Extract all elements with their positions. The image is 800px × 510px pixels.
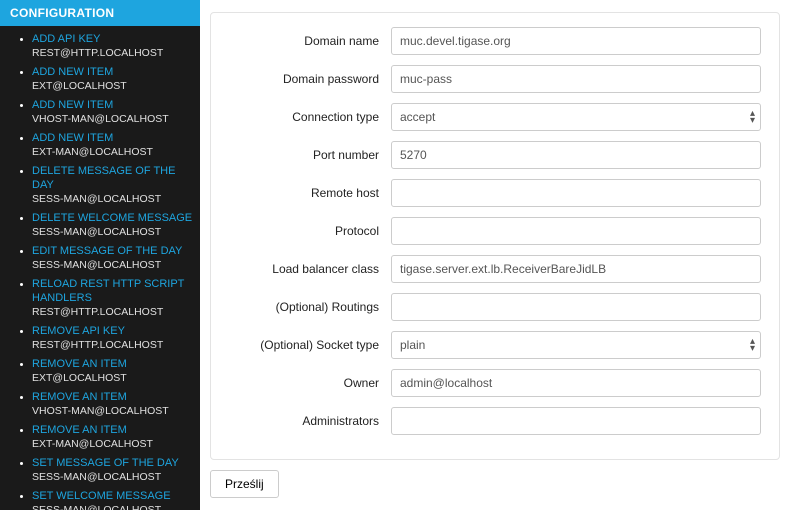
routings-input[interactable] <box>391 293 761 321</box>
sidebar-item[interactable]: ADD API KEYREST@HTTP.LOCALHOST <box>32 30 200 63</box>
submit-button[interactable]: Prześlij <box>210 470 279 498</box>
sidebar-item-sub: REST@HTTP.LOCALHOST <box>32 306 200 320</box>
main-panel: Domain name Domain password Connection t… <box>200 0 800 510</box>
sidebar-item-sub: VHOST-MAN@LOCALHOST <box>32 405 200 419</box>
sidebar-item-link[interactable]: RELOAD REST HTTP SCRIPT HANDLERS <box>32 277 200 306</box>
port-number-label: Port number <box>221 148 391 162</box>
sidebar-item[interactable]: EDIT MESSAGE OF THE DAYSESS-MAN@LOCALHOS… <box>32 242 200 275</box>
sidebar-item[interactable]: SET WELCOME MESSAGESESS-MAN@LOCALHOST <box>32 487 200 510</box>
lb-class-label: Load balancer class <box>221 262 391 276</box>
sidebar-title: CONFIGURATION <box>0 0 200 26</box>
remote-host-input[interactable] <box>391 179 761 207</box>
config-form: Domain name Domain password Connection t… <box>210 12 780 460</box>
sidebar-item[interactable]: ADD NEW ITEMEXT@LOCALHOST <box>32 63 200 96</box>
sidebar-item-link[interactable]: REMOVE AN ITEM <box>32 357 200 371</box>
sidebar-item-sub: SESS-MAN@LOCALHOST <box>32 259 200 273</box>
sidebar-item-link[interactable]: REMOVE AN ITEM <box>32 423 200 437</box>
domain-password-input[interactable] <box>391 65 761 93</box>
sidebar-item-link[interactable]: ADD NEW ITEM <box>32 131 200 145</box>
sidebar-item[interactable]: DELETE MESSAGE OF THE DAYSESS-MAN@LOCALH… <box>32 162 200 209</box>
domain-password-label: Domain password <box>221 72 391 86</box>
sidebar-item-link[interactable]: ADD API KEY <box>32 32 200 46</box>
protocol-input[interactable] <box>391 217 761 245</box>
sidebar-item-sub: SESS-MAN@LOCALHOST <box>32 226 200 240</box>
sidebar-item-sub: EXT@LOCALHOST <box>32 372 200 386</box>
protocol-label: Protocol <box>221 224 391 238</box>
sidebar-item[interactable]: SET MESSAGE OF THE DAYSESS-MAN@LOCALHOST <box>32 454 200 487</box>
sidebar-item[interactable]: ADD NEW ITEMVHOST-MAN@LOCALHOST <box>32 96 200 129</box>
sidebar-item-sub: EXT-MAN@LOCALHOST <box>32 438 200 452</box>
sidebar-item-sub: SESS-MAN@LOCALHOST <box>32 504 200 510</box>
remote-host-label: Remote host <box>221 186 391 200</box>
connection-type-select[interactable]: accept <box>391 103 761 131</box>
socket-type-select[interactable]: plain <box>391 331 761 359</box>
sidebar-list: ADD API KEYREST@HTTP.LOCALHOSTADD NEW IT… <box>0 26 200 510</box>
sidebar-item[interactable]: REMOVE AN ITEMVHOST-MAN@LOCALHOST <box>32 388 200 421</box>
sidebar-item-sub: SESS-MAN@LOCALHOST <box>32 471 200 485</box>
sidebar-item-link[interactable]: REMOVE API KEY <box>32 324 200 338</box>
sidebar-item-link[interactable]: DELETE MESSAGE OF THE DAY <box>32 164 200 193</box>
sidebar-item-link[interactable]: EDIT MESSAGE OF THE DAY <box>32 244 200 258</box>
owner-label: Owner <box>221 376 391 390</box>
sidebar-item[interactable]: REMOVE AN ITEMEXT@LOCALHOST <box>32 355 200 388</box>
sidebar-item[interactable]: ADD NEW ITEMEXT-MAN@LOCALHOST <box>32 129 200 162</box>
sidebar-item-sub: REST@HTTP.LOCALHOST <box>32 339 200 353</box>
sidebar-item-sub: EXT-MAN@LOCALHOST <box>32 146 200 160</box>
domain-name-label: Domain name <box>221 34 391 48</box>
sidebar-item-link[interactable]: SET WELCOME MESSAGE <box>32 489 200 503</box>
sidebar: CONFIGURATION ADD API KEYREST@HTTP.LOCAL… <box>0 0 200 510</box>
sidebar-item-sub: REST@HTTP.LOCALHOST <box>32 47 200 61</box>
port-number-input[interactable] <box>391 141 761 169</box>
sidebar-item[interactable]: REMOVE API KEYREST@HTTP.LOCALHOST <box>32 322 200 355</box>
socket-type-label: (Optional) Socket type <box>221 338 391 352</box>
routings-label: (Optional) Routings <box>221 300 391 314</box>
sidebar-item-link[interactable]: SET MESSAGE OF THE DAY <box>32 456 200 470</box>
sidebar-item-sub: VHOST-MAN@LOCALHOST <box>32 113 200 127</box>
owner-input[interactable] <box>391 369 761 397</box>
connection-type-label: Connection type <box>221 110 391 124</box>
sidebar-item-sub: SESS-MAN@LOCALHOST <box>32 193 200 207</box>
sidebar-item[interactable]: REMOVE AN ITEMEXT-MAN@LOCALHOST <box>32 421 200 454</box>
sidebar-item-link[interactable]: REMOVE AN ITEM <box>32 390 200 404</box>
domain-name-input[interactable] <box>391 27 761 55</box>
sidebar-item-sub: EXT@LOCALHOST <box>32 80 200 94</box>
sidebar-item[interactable]: RELOAD REST HTTP SCRIPT HANDLERSREST@HTT… <box>32 275 200 322</box>
sidebar-item-link[interactable]: ADD NEW ITEM <box>32 98 200 112</box>
sidebar-item-link[interactable]: DELETE WELCOME MESSAGE <box>32 211 200 225</box>
administrators-label: Administrators <box>221 414 391 428</box>
sidebar-item[interactable]: DELETE WELCOME MESSAGESESS-MAN@LOCALHOST <box>32 209 200 242</box>
administrators-input[interactable] <box>391 407 761 435</box>
sidebar-item-link[interactable]: ADD NEW ITEM <box>32 65 200 79</box>
lb-class-input[interactable] <box>391 255 761 283</box>
